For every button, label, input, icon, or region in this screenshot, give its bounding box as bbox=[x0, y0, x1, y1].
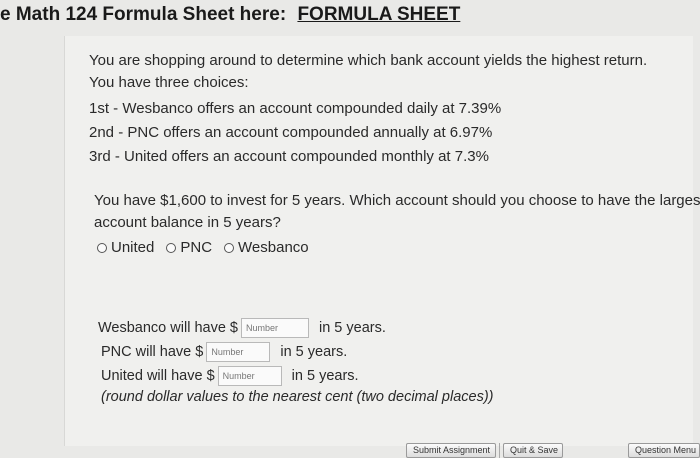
radio-wesbanco[interactable]: Wesbanco bbox=[224, 239, 309, 256]
rounding-note: (round dollar values to the nearest cent… bbox=[101, 389, 494, 405]
answer-row-united: United will have $ in 5 years. bbox=[101, 366, 359, 386]
page-title: e Math 124 Formula Sheet here: bbox=[0, 4, 287, 25]
radio-united[interactable]: United bbox=[97, 239, 154, 256]
choice-wesbanco: 1st - Wesbanco offers an account compoun… bbox=[89, 100, 502, 117]
choice-united: 3rd - United offers an account compounde… bbox=[89, 148, 489, 165]
page: e Math 124 Formula Sheet here: FORMULA S… bbox=[0, 0, 700, 458]
question-prompt: You have $1,600 to invest for 5 years. W… bbox=[94, 192, 700, 209]
answer-prefix: Wesbanco will have $ bbox=[98, 320, 238, 336]
radio-circle-icon[interactable] bbox=[97, 242, 107, 253]
pnc-amount-input[interactable] bbox=[206, 342, 271, 362]
footer-divider bbox=[499, 443, 500, 458]
answer-row-wesbanco: Wesbanco will have $ in 5 years. bbox=[98, 318, 386, 338]
question-intro-choices: You have three choices: bbox=[89, 74, 249, 91]
question-menu-button[interactable]: Question Menu bbox=[628, 443, 700, 458]
answer-suffix: in 5 years. bbox=[280, 344, 348, 360]
answer-prefix: PNC will have $ bbox=[101, 344, 204, 360]
quit-save-button[interactable]: Quit & Save bbox=[503, 443, 563, 458]
answer-suffix: in 5 years. bbox=[318, 320, 386, 336]
united-amount-input[interactable] bbox=[217, 366, 282, 386]
answer-prefix: United will have $ bbox=[101, 368, 215, 384]
formula-sheet-link[interactable]: FORMULA SHEET bbox=[297, 4, 460, 25]
choice-pnc: 2nd - PNC offers an account compounded a… bbox=[89, 124, 493, 141]
account-choice-radio-group: United PNC Wesbanco bbox=[97, 239, 321, 256]
radio-label: Wesbanco bbox=[238, 239, 309, 256]
wesbanco-amount-input[interactable] bbox=[240, 318, 309, 338]
radio-label: United bbox=[111, 239, 155, 256]
page-header: e Math 124 Formula Sheet here: FORMULA S… bbox=[0, 4, 460, 26]
question-prompt-continued: account balance in 5 years? bbox=[94, 214, 281, 231]
question-intro: You are shopping around to determine whi… bbox=[89, 52, 648, 69]
submit-assignment-button[interactable]: Submit Assignment bbox=[406, 443, 496, 458]
answer-suffix: in 5 years. bbox=[291, 368, 359, 384]
radio-circle-icon[interactable] bbox=[224, 242, 235, 253]
radio-pnc[interactable]: PNC bbox=[166, 239, 212, 256]
answer-row-pnc: PNC will have $ in 5 years. bbox=[101, 342, 347, 362]
radio-label: PNC bbox=[180, 239, 213, 256]
radio-circle-icon[interactable] bbox=[166, 242, 177, 253]
